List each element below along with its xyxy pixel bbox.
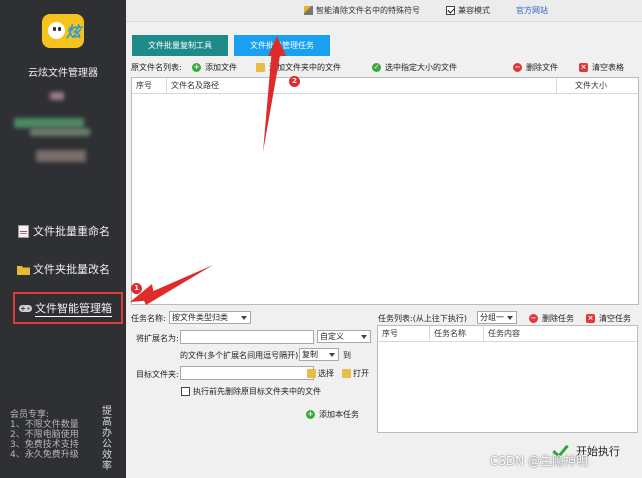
tab-batch-manage[interactable]: 文件批量管理任务	[234, 35, 330, 56]
gamepad-icon	[18, 301, 32, 315]
col-index[interactable]: 序号	[132, 78, 167, 94]
col-task-name[interactable]: 任务名称	[430, 326, 484, 342]
select-size-button[interactable]: ✓ 选中指定大小的文件	[372, 62, 457, 73]
ext-label: 将扩展名为:	[136, 334, 179, 343]
top-bar: 智能清除文件名中的特殊符号 兼容模式 官方网站	[126, 0, 642, 22]
delete-file-button[interactable]: − 删除文件	[513, 62, 558, 73]
task-table[interactable]: 序号 任务名称 任务内容	[377, 325, 638, 433]
blurred-area	[30, 128, 90, 136]
clear-icon: ×	[586, 314, 595, 323]
file-list-label: 原文件名列表:	[131, 63, 182, 72]
check-circle-icon: ✓	[372, 63, 381, 72]
pre-delete-checkbox[interactable]: 执行前先删除原目标文件夹中的文件	[181, 386, 321, 397]
ext-input[interactable]	[180, 330, 314, 344]
minus-icon: −	[529, 314, 538, 323]
clear-table-button[interactable]: × 清空表格	[579, 62, 624, 73]
col-filesize[interactable]: 文件大小	[557, 78, 638, 94]
nav-folder-rename[interactable]: 文件夹批量改名	[16, 258, 110, 280]
group-select[interactable]: 分组一	[477, 311, 517, 324]
nav-label: 文件智能管理箱	[35, 301, 112, 317]
promo-text: 会员专享: 1、不限文件数量 2、不限电脑使用 3、免费技术支持 4、永久免费升…	[10, 410, 79, 460]
folder-icon	[307, 369, 316, 378]
task-list-label: 任务列表:(从上往下执行)	[378, 314, 467, 323]
to-label: 到	[343, 351, 351, 360]
clean-symbols-link[interactable]: 智能清除文件名中的特殊符号	[304, 5, 420, 16]
col-filename[interactable]: 文件名及路径	[167, 78, 557, 94]
minus-icon: −	[513, 63, 522, 72]
checkbox-icon	[446, 6, 455, 15]
task-name-select[interactable]: 按文件类型归类	[169, 311, 251, 324]
checkbox-icon	[181, 387, 190, 396]
open-folder-button[interactable]: 打开	[342, 368, 369, 379]
col-task-content[interactable]: 任务内容	[484, 326, 637, 342]
plus-icon: +	[306, 409, 315, 419]
file-toolbar: 原文件名列表: + 添加文件 添加文件夹中的文件 ✓ 选中指定大小的文件 − 删…	[128, 61, 640, 75]
tab-batch-copy[interactable]: 文件批量复制工具	[132, 35, 228, 56]
ext-hint: 的文件(多个扩展名间用逗号隔开)	[180, 351, 299, 360]
compat-mode-label: 兼容模式	[458, 6, 490, 15]
clear-task-button[interactable]: × 清空任务	[586, 313, 631, 324]
document-icon	[16, 224, 30, 238]
clear-icon: ×	[579, 63, 588, 72]
target-folder-input[interactable]	[180, 366, 314, 380]
action-select[interactable]: 复制	[299, 348, 339, 361]
nav-label: 文件夹批量改名	[33, 263, 110, 276]
sidebar: 炫 云炫文件管理器 文件批量重命名 文件夹批量改名 文件智能管理箱 会员专享: …	[0, 0, 126, 478]
watermark: CSDN @生隐神明	[490, 454, 589, 468]
nav-file-rename[interactable]: 文件批量重命名	[16, 220, 110, 242]
task-name-label: 任务名称:	[131, 314, 166, 323]
magic-wand-icon	[304, 6, 313, 15]
add-file-button[interactable]: + 添加文件	[192, 62, 237, 73]
folder-add-icon	[256, 63, 265, 72]
blurred-area	[14, 118, 84, 128]
file-table[interactable]: 序号 文件名及路径 文件大小	[131, 77, 639, 305]
clean-symbols-label: 智能清除文件名中的特殊符号	[316, 6, 420, 15]
official-site-link[interactable]: 官方网站	[516, 5, 548, 16]
ext-mode-select[interactable]: 自定义	[317, 330, 371, 343]
add-folder-button[interactable]: 添加文件夹中的文件	[256, 62, 341, 73]
annotation-badge-2: 2	[289, 76, 300, 87]
col-task-index[interactable]: 序号	[378, 326, 430, 342]
add-task-button[interactable]: + 添加本任务	[306, 406, 359, 422]
promo-vertical-text: 提高办公效率	[102, 406, 112, 472]
blurred-area	[36, 150, 86, 162]
nav-smart-manager[interactable]: 文件智能管理箱	[13, 292, 123, 324]
blurred-area	[50, 92, 64, 100]
select-folder-button[interactable]: 选择	[307, 368, 334, 379]
nav-label: 文件批量重命名	[33, 225, 110, 238]
target-folder-label: 目标文件夹:	[136, 370, 179, 379]
plus-icon: +	[192, 63, 201, 72]
app-title: 云炫文件管理器	[28, 68, 98, 79]
app-logo: 炫	[42, 14, 84, 48]
folder-open-icon	[342, 369, 351, 378]
annotation-badge-1: 1	[131, 283, 142, 294]
folder-icon	[16, 262, 30, 276]
delete-task-button[interactable]: − 删除任务	[529, 313, 574, 324]
compat-mode-checkbox[interactable]: 兼容模式	[446, 5, 490, 16]
